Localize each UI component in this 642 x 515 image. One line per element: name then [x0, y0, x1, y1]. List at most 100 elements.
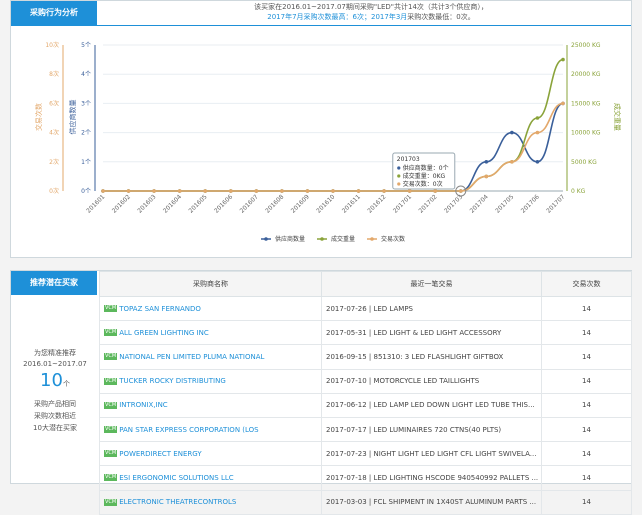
series-point: [126, 189, 131, 193]
buyer-name-link[interactable]: PAN STAR EXPRESS CORPORATION (LOS: [119, 426, 258, 434]
summary-max-month: 2017年7月: [267, 13, 304, 21]
x-tick-label: 201604: [162, 193, 183, 214]
right-tick-label: 0 KG: [571, 188, 586, 195]
tab-underline: [11, 25, 631, 26]
legend-swatch-dot: [370, 237, 374, 241]
table-row[interactable]: VCM PAN STAR EXPRESS CORPORATION (LOS 2017…: [99, 416, 632, 443]
buyer-name-link[interactable]: ELECTRONIC THEATRECONTROLS: [119, 498, 236, 506]
left2-tick-label: 2个: [81, 130, 91, 137]
series-point: [305, 189, 310, 193]
vcm-badge: VCM: [104, 305, 118, 313]
table-row[interactable]: VCM INTRONIX,INC 2017-06-12 | LED LAMP LED…: [99, 392, 632, 418]
buyer-name-link[interactable]: INTRONIX,INC: [119, 401, 167, 409]
legend-swatch-dot: [320, 237, 324, 241]
recommend-count: 10: [40, 370, 63, 391]
right-tick-label: 10000 KG: [571, 130, 601, 137]
vcm-badge: VCM: [104, 377, 118, 385]
recommend-summary: 为您精准推荐 2016.01~2017.07 10个 采购产品相同 采购次数相近…: [11, 296, 99, 484]
x-tick-label: 201704: [469, 193, 490, 214]
table-row[interactable]: VCM TUCKER ROCKY DISTRIBUTING 2017-07-10 |…: [99, 368, 632, 394]
left1-tick-label: 10次: [45, 41, 59, 49]
series-point: [407, 189, 412, 193]
left2-tick-label: 1个: [81, 159, 91, 166]
series-point: [203, 189, 208, 193]
x-tick-label: 201610: [315, 193, 336, 214]
series-point: [535, 130, 540, 135]
table-row[interactable]: VCM NATIONAL PEN LIMITED PLUMA NATIONAL 20…: [99, 344, 632, 370]
series-point: [280, 189, 284, 193]
buyer-name-link[interactable]: TUCKER ROCKY DISTRIBUTING: [119, 377, 226, 385]
series-line-left1: [103, 102, 564, 192]
header-last-trade: 最近一笔交易: [321, 271, 542, 297]
summary-min-text: 采购次数最低：0次。: [407, 13, 475, 21]
buyer-name-cell[interactable]: VCM ALL GREEN LIGHTING INC: [99, 320, 322, 346]
header-trade-count: 交易次数: [541, 271, 632, 297]
x-tick-label: 201608: [264, 193, 285, 214]
buyer-name-cell[interactable]: VCM POWERDIRECT ENERGY: [99, 441, 322, 467]
tooltip-row: 供应商数量：0个: [403, 164, 449, 172]
trade-count-cell: 14: [541, 320, 632, 346]
buyer-name-cell[interactable]: VCM TOPAZ SAN FERNANDO: [99, 295, 322, 322]
recommend-text-3: 采购次数相近: [34, 412, 76, 420]
series-point: [152, 189, 156, 193]
series-point: [535, 116, 540, 120]
x-tick-label: 201705: [494, 193, 515, 214]
last-trade-cell: 2017-05-31 | LED LIGHT & LED LIGHT ACCES…: [321, 320, 542, 346]
table-row[interactable]: VCM ESI ERGONOMIC SOLUTIONS LLC 2017-07-18…: [99, 465, 632, 491]
tooltip-dot: [397, 182, 401, 186]
tab-recommended-buyers[interactable]: 推荐潜在买家: [11, 271, 97, 295]
x-tick-label: 201606: [213, 193, 234, 214]
buyer-name-link[interactable]: TOPAZ SAN FERNANDO: [119, 305, 201, 313]
series-point: [101, 189, 105, 193]
right-tick-label: 25000 KG: [571, 42, 601, 49]
buyer-name-link[interactable]: NATIONAL PEN LIMITED PLUMA NATIONAL: [119, 353, 264, 361]
vcm-badge: VCM: [104, 353, 118, 361]
table-row[interactable]: VCM ALL GREEN LIGHTING INC 2017-05-31 | LE…: [99, 320, 632, 346]
vcm-badge: VCM: [104, 474, 118, 482]
trade-count-cell: 14: [541, 416, 632, 443]
legend-label: 供应商数量: [275, 235, 305, 243]
series-point: [356, 189, 361, 193]
last-trade-cell: 2017-07-18 | LED LIGHTING HSCODE 9405409…: [321, 465, 542, 491]
buyer-name-cell[interactable]: VCM PAN STAR EXPRESS CORPORATION (LOS: [99, 416, 322, 443]
buyer-name-cell[interactable]: VCM INTRONIX,INC: [99, 392, 322, 418]
left2-tick-label: 0个: [81, 188, 91, 195]
trade-count-cell: 14: [541, 441, 632, 467]
buyer-name-cell[interactable]: VCM TUCKER ROCKY DISTRIBUTING: [99, 368, 322, 394]
last-trade-cell: 2017-03-03 | FCL SHIPMENT IN 1X40ST ALUM…: [321, 489, 542, 515]
buyers-table: 采购商名称 最近一笔交易 交易次数 VCM TOPAZ SAN FERNANDO 2…: [99, 271, 632, 515]
series-point: [561, 57, 565, 62]
vcm-badge: VCM: [104, 450, 118, 458]
x-tick-label: 201603: [136, 193, 157, 214]
x-tick-label: 201609: [290, 193, 311, 214]
purchase-behavior-panel: 采购行为分析 该买家在2016.01~2017.07期间采购"LED"共计14次…: [10, 0, 632, 258]
purchase-line-chart[interactable]: 0次 0个 0 KG 2次 1个 5000 KG 4次 2个 10000 KG 6次 3个 15000…: [11, 27, 631, 257]
left1-tick-label: 4次: [49, 129, 59, 137]
buyer-name-cell[interactable]: VCM NATIONAL PEN LIMITED PLUMA NATIONAL: [99, 344, 322, 370]
table-row[interactable]: VCM POWERDIRECT ENERGY 2017-07-23 | NIGHT …: [99, 441, 632, 467]
tooltip-dot: [397, 174, 401, 178]
buyer-name-link[interactable]: ALL GREEN LIGHTING INC: [119, 329, 208, 337]
tab-purchase-behavior[interactable]: 采购行为分析: [11, 1, 97, 25]
recommend-text-2: 采购产品相同: [34, 400, 76, 408]
series-point: [458, 189, 463, 193]
series-point: [484, 160, 489, 164]
series-point: [510, 130, 514, 135]
trade-count-cell: 14: [541, 465, 632, 491]
x-tick-label: 201703: [443, 193, 464, 214]
buyer-name-link[interactable]: POWERDIRECT ENERGY: [119, 450, 201, 458]
x-tick-label: 201607: [239, 193, 260, 214]
trade-count-cell: 14: [541, 368, 632, 394]
table-row[interactable]: VCM ELECTRONIC THEATRECONTROLS 2017-03-03 …: [99, 489, 632, 515]
last-trade-cell: 2017-07-26 | LED LAMPS: [321, 295, 542, 322]
left2-axis-label: 供应商数量: [68, 100, 77, 135]
vcm-badge: VCM: [104, 329, 118, 337]
buyer-name-link[interactable]: ESI ERGONOMIC SOLUTIONS LLC: [119, 474, 233, 482]
table-row[interactable]: VCM TOPAZ SAN FERNANDO 2017-07-26 | LED LA…: [99, 295, 632, 322]
summary-line-2: 2017年7月采购次数最高：6次；2017年3月采购次数最低：0次。: [111, 12, 631, 22]
buyer-name-cell[interactable]: VCM ELECTRONIC THEATRECONTROLS: [99, 489, 322, 515]
series-point: [254, 189, 259, 193]
series-point: [535, 160, 540, 164]
buyer-name-cell[interactable]: VCM ESI ERGONOMIC SOLUTIONS LLC: [99, 465, 322, 491]
legend-swatch-dot: [264, 237, 268, 241]
